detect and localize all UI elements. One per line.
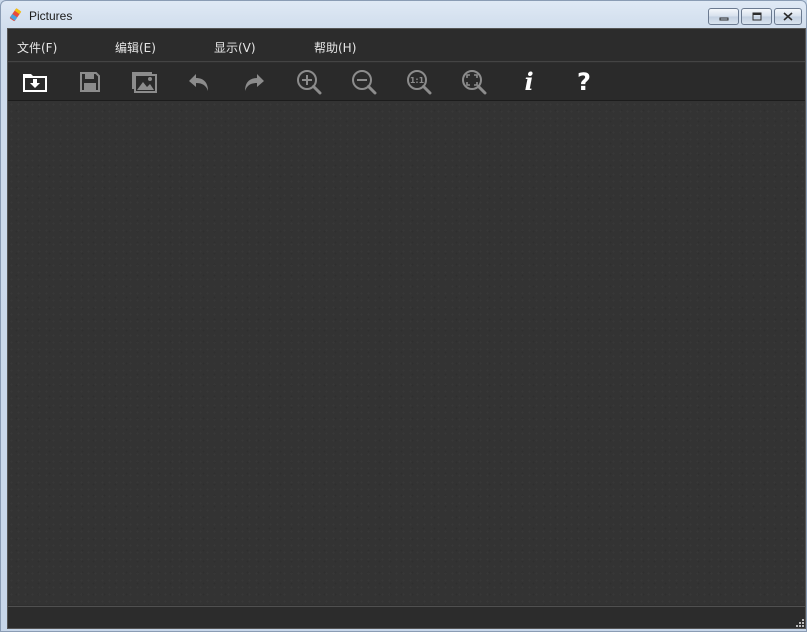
info-icon: i (524, 67, 534, 96)
title-bar[interactable]: Pictures (1, 1, 806, 28)
zoom-out-icon (352, 70, 377, 95)
menu-help[interactable]: 帮助(H) (314, 39, 356, 56)
toolbar: 1:1 i ? (8, 63, 805, 101)
minimize-icon (719, 17, 728, 20)
open-folder-icon (23, 74, 47, 92)
client-area: 文件(F) 编辑(E) 显示(V) 帮助(H) 1:1 i ? (7, 28, 806, 629)
open-button[interactable] (21, 69, 49, 95)
close-button[interactable] (774, 8, 802, 25)
window-title: Pictures (29, 9, 73, 23)
menu-view[interactable]: 显示(V) (214, 39, 256, 56)
fit-screen-button[interactable] (460, 69, 488, 95)
menu-bar: 文件(F) 编辑(E) 显示(V) 帮助(H) (8, 29, 805, 62)
gallery-icon (132, 72, 157, 93)
undo-icon (189, 74, 208, 91)
close-icon (783, 12, 793, 21)
resize-grip-icon[interactable] (794, 617, 804, 627)
save-icon (80, 72, 100, 92)
zoom-out-button[interactable] (350, 69, 378, 95)
redo-button[interactable] (240, 69, 268, 95)
status-bar (8, 606, 805, 628)
info-button[interactable]: i (515, 69, 543, 95)
menu-file[interactable]: 文件(F) (17, 39, 57, 56)
minimize-button[interactable] (708, 8, 739, 25)
save-button[interactable] (76, 69, 104, 95)
fit-screen-icon (462, 70, 487, 95)
help-button[interactable]: ? (570, 69, 598, 95)
actual-size-icon: 1:1 (407, 70, 432, 95)
help-icon: ? (577, 68, 591, 96)
redo-icon (245, 74, 264, 91)
maximize-icon (752, 12, 761, 21)
actual-size-label: 1:1 (410, 76, 425, 85)
actual-size-button[interactable]: 1:1 (405, 69, 433, 95)
zoom-in-icon (297, 70, 322, 95)
menu-edit[interactable]: 编辑(E) (115, 39, 156, 56)
pencil-eraser-icon (9, 8, 22, 22)
maximize-button[interactable] (741, 8, 772, 25)
zoom-in-button[interactable] (295, 69, 323, 95)
gallery-button[interactable] (130, 69, 158, 95)
image-canvas[interactable] (8, 101, 805, 605)
undo-button[interactable] (185, 69, 213, 95)
app-window: Pictures 文件(F) 编辑(E) 显示(V) 帮助(H) 1:1 i ? (0, 0, 807, 632)
